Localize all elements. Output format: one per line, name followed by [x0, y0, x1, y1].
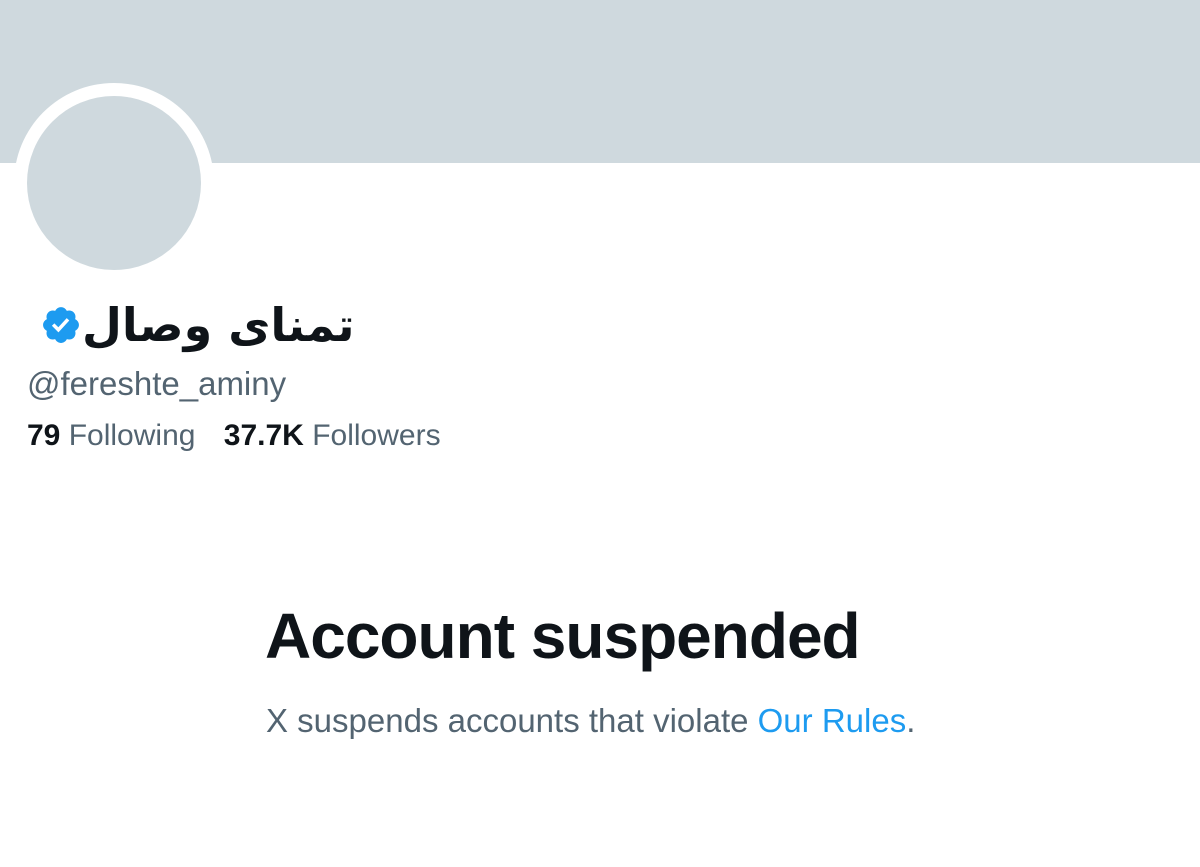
following-count: 79: [27, 419, 61, 452]
user-handle: @fereshte_aminy: [27, 365, 287, 402]
suspension-message-text: X suspends accounts that violate: [266, 702, 758, 739]
followers-stat[interactable]: 37.7K Followers: [224, 417, 441, 455]
following-stat[interactable]: 79 Following: [27, 417, 195, 455]
avatar-frame: [14, 83, 214, 283]
followers-count: 37.7K: [223, 419, 304, 452]
our-rules-link[interactable]: Our Rules: [758, 702, 907, 739]
followers-label: Followers: [312, 419, 441, 452]
suspension-message: X suspends accounts that violate Our Rul…: [266, 700, 915, 742]
avatar[interactable]: [27, 96, 201, 270]
display-name-row: تمنای وصال: [28, 290, 388, 360]
suspension-message-period: .: [906, 702, 916, 739]
verified-badge-icon[interactable]: [40, 304, 82, 346]
profile-stats: 79 Following 37.7K Followers: [27, 417, 441, 455]
following-label: Following: [68, 419, 196, 452]
suspension-title: Account suspended: [265, 600, 861, 672]
profile-page: تمنای وصال @fereshte_aminy 79 Following …: [0, 0, 1200, 867]
display-name: تمنای وصال: [82, 298, 355, 352]
